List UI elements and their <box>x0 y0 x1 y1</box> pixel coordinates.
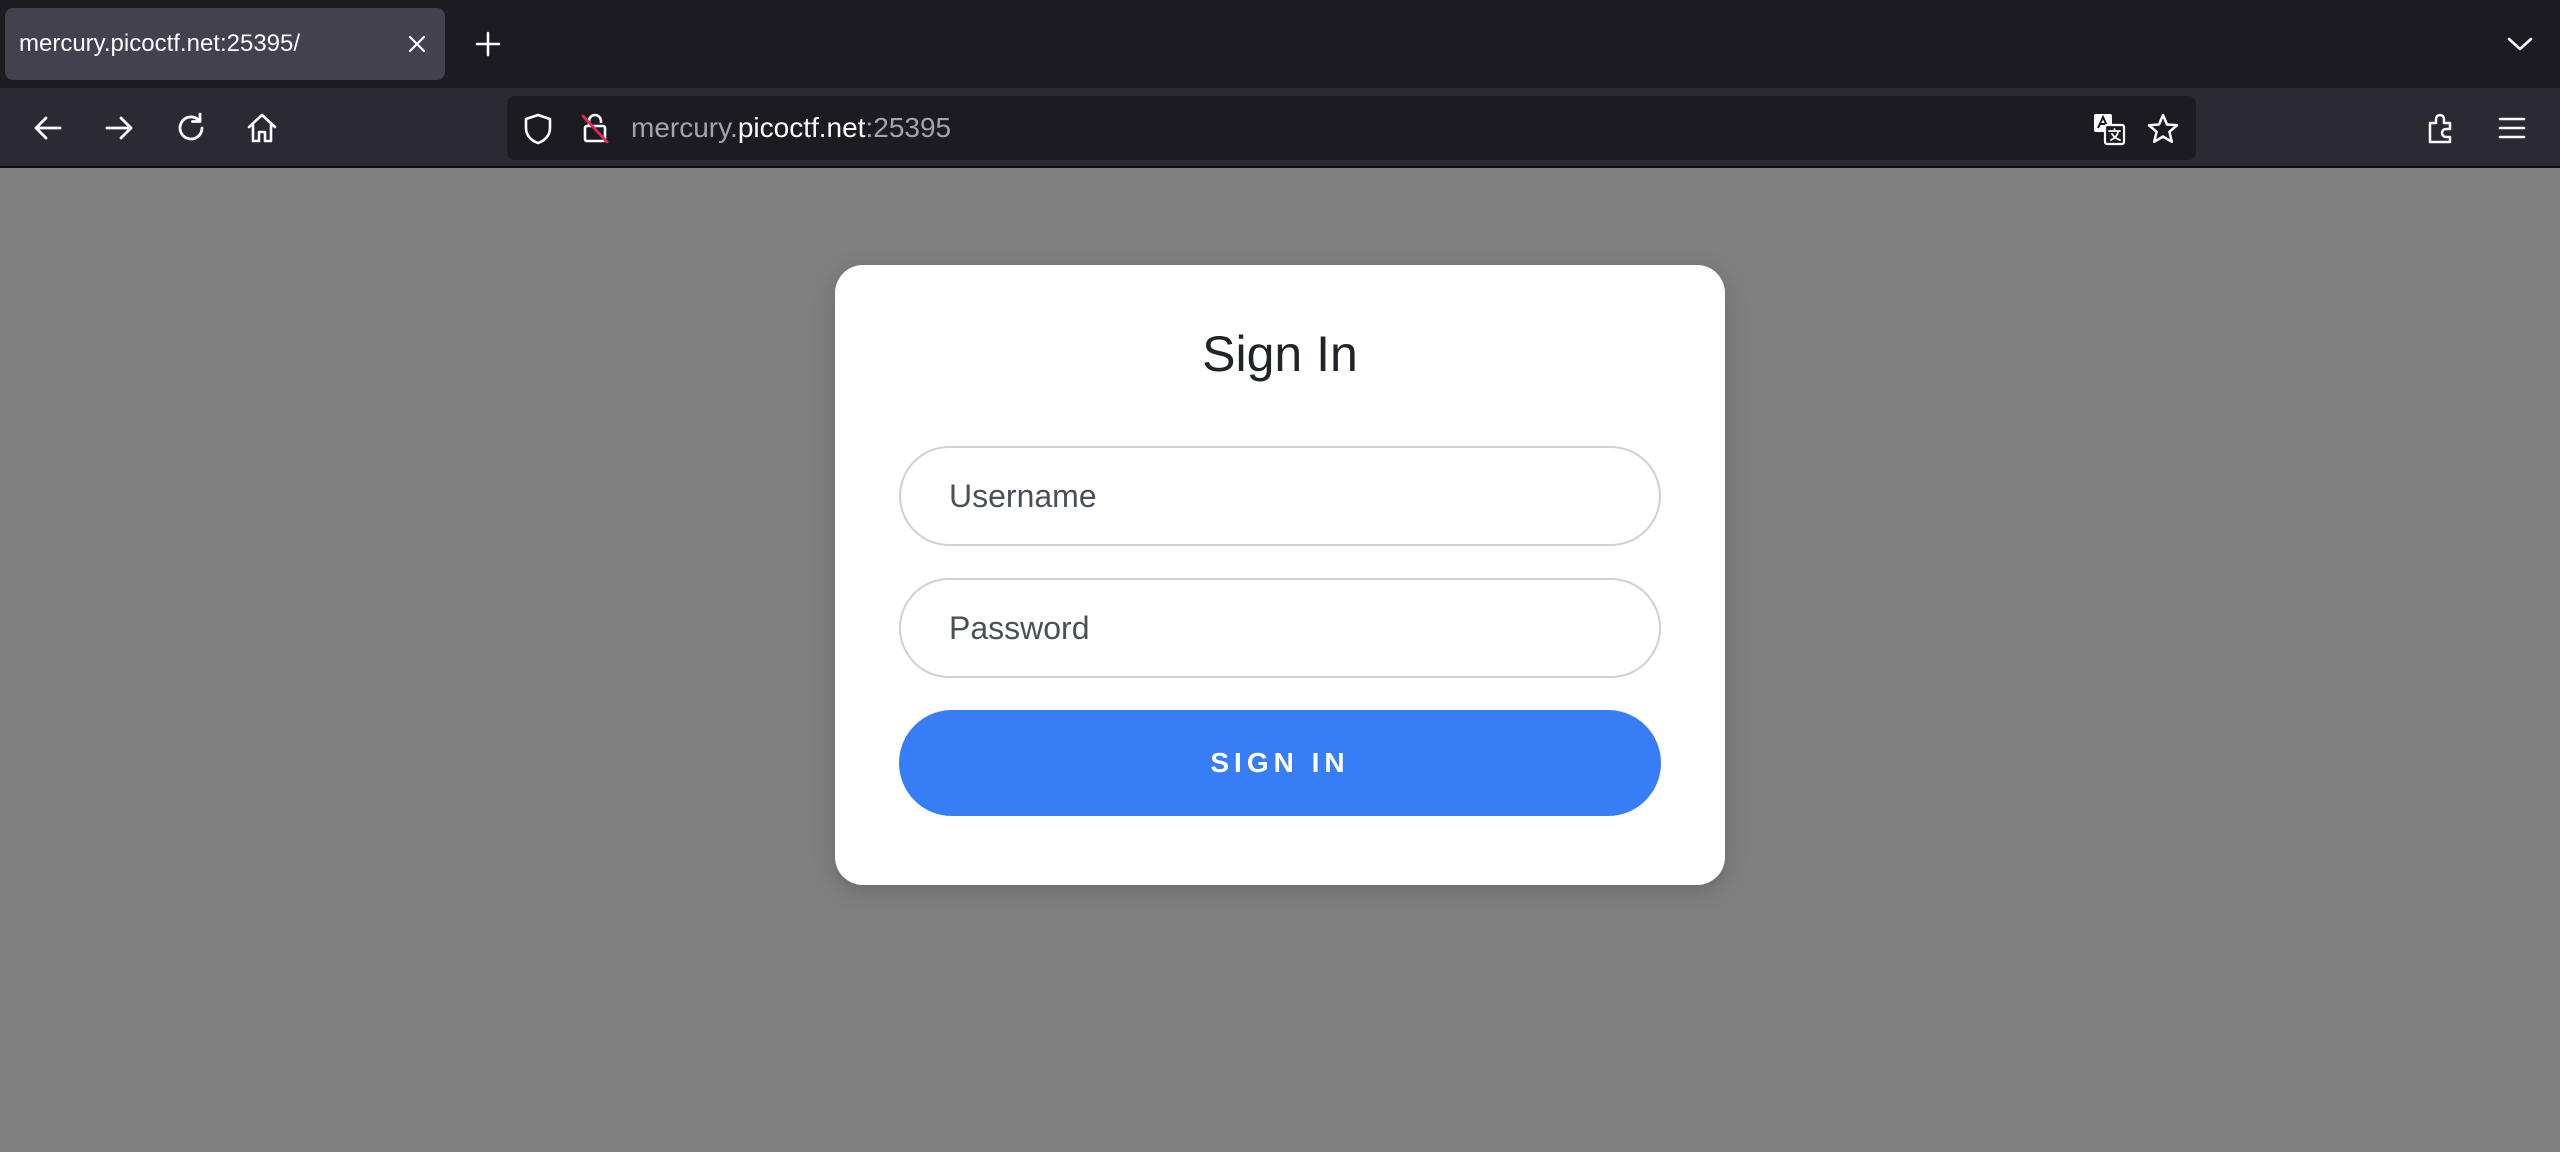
url-prefix: mercury. <box>631 112 738 143</box>
url-host: picoctf.net <box>737 112 866 143</box>
translate-icon[interactable] <box>2090 110 2128 148</box>
plus-icon[interactable] <box>470 26 506 62</box>
arrow-left-icon[interactable] <box>26 106 70 150</box>
password-input[interactable] <box>899 578 1661 678</box>
tab-title: mercury.picoctf.net:25395/ <box>19 30 301 57</box>
star-icon[interactable] <box>2144 110 2182 148</box>
page-title: Sign In <box>1202 326 1358 382</box>
shield-icon[interactable] <box>521 112 555 146</box>
close-icon[interactable] <box>403 30 431 58</box>
extensions-icon[interactable] <box>2419 106 2463 150</box>
page-content: Sign In SIGN IN <box>0 170 2560 1152</box>
home-icon[interactable] <box>240 106 284 150</box>
browser-tab-active[interactable]: mercury.picoctf.net:25395/ <box>5 8 445 80</box>
arrow-right-icon[interactable] <box>97 106 141 150</box>
chevron-down-icon[interactable] <box>2502 26 2538 62</box>
address-bar[interactable]: mercury.picoctf.net:25395 <box>507 96 2196 160</box>
username-input[interactable] <box>899 446 1661 546</box>
sign-in-button[interactable]: SIGN IN <box>899 710 1661 816</box>
insecure-lock-icon[interactable] <box>577 110 613 146</box>
tab-bar: mercury.picoctf.net:25395/ <box>0 0 2560 88</box>
navigation-toolbar: mercury.picoctf.net:25395 <box>0 88 2560 168</box>
hamburger-menu-icon[interactable] <box>2490 106 2534 150</box>
login-card: Sign In SIGN IN <box>835 265 1725 885</box>
url-text[interactable]: mercury.picoctf.net:25395 <box>631 96 951 160</box>
url-port: :25395 <box>865 112 952 143</box>
reload-icon[interactable] <box>169 106 213 150</box>
